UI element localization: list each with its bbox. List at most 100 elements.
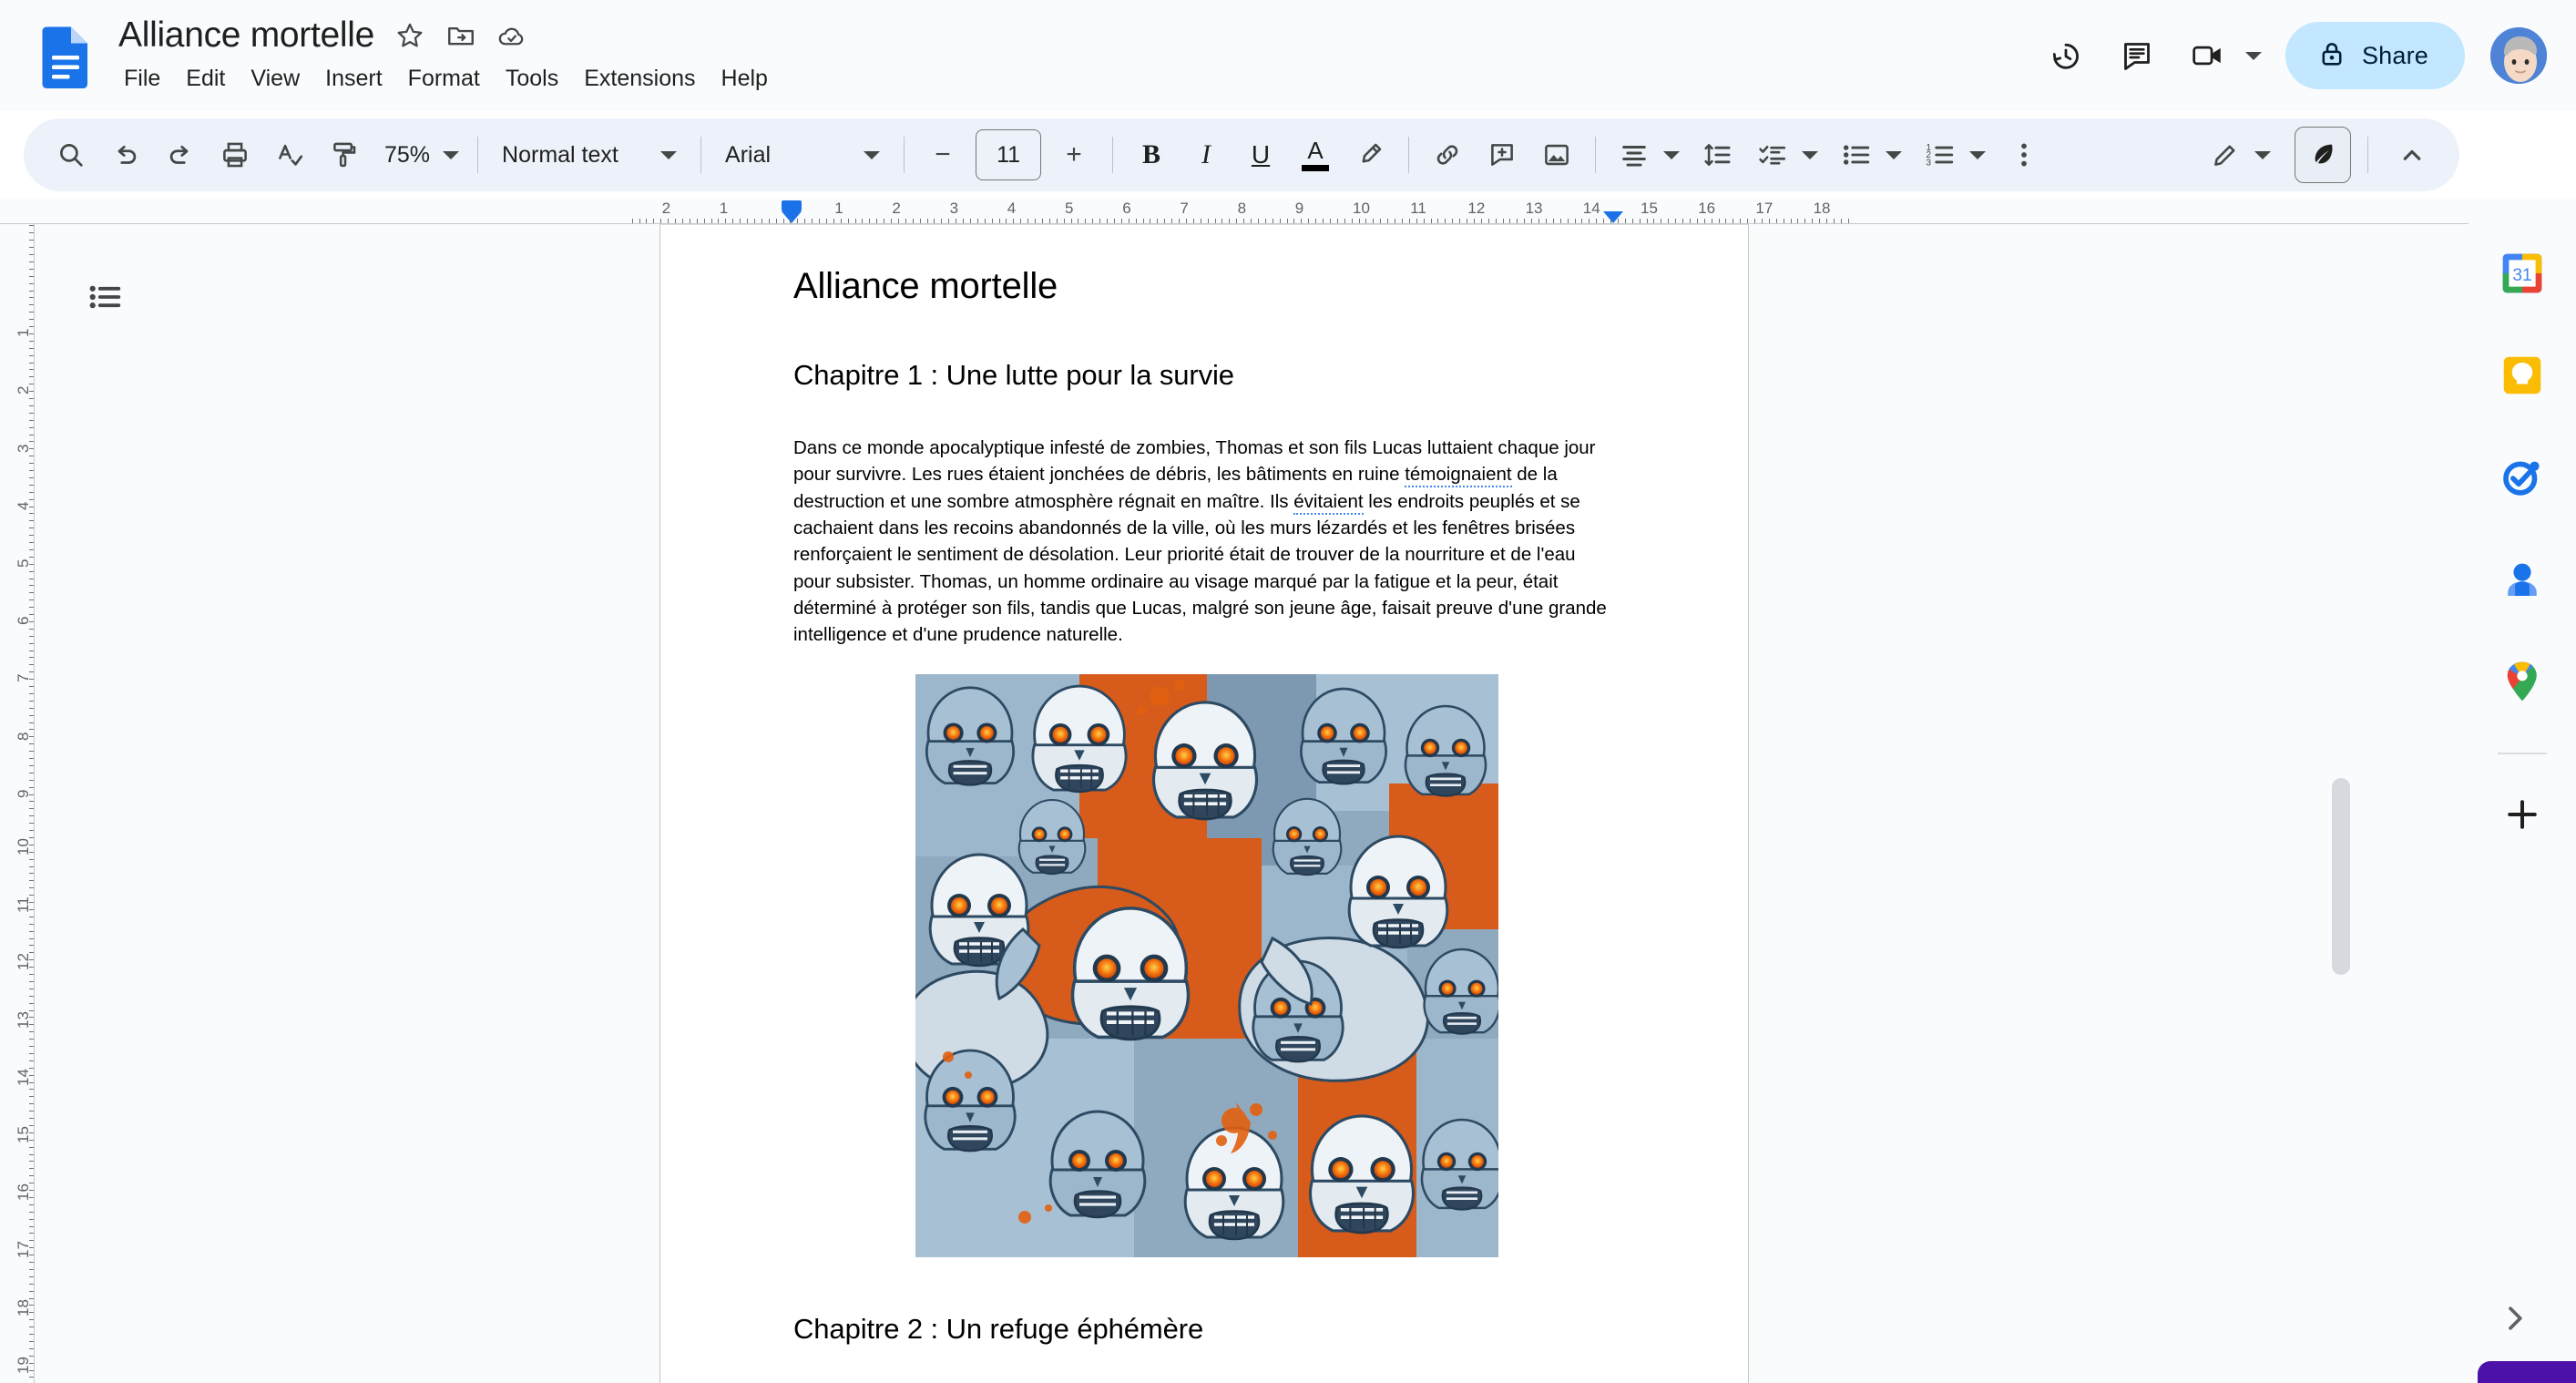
paint-format-icon[interactable] (317, 128, 372, 182)
spellcheck-underlined-word[interactable]: témoignaient (1405, 464, 1512, 488)
ruler-number: 12 (1467, 200, 1486, 217)
underline-label: U (1251, 140, 1271, 169)
first-line-indent-marker[interactable] (782, 200, 802, 211)
vertical-ruler[interactable]: 1 2 3 4 5 6 7 8 9 10 11 12 13 14 15 16 17 18 19 (0, 224, 35, 1383)
toolbar-divider (700, 137, 702, 173)
font-size-increase-button[interactable]: + (1047, 128, 1101, 182)
ruler-number: 16 (1698, 200, 1716, 217)
document-title: Alliance mortelle (793, 266, 1058, 306)
chevron-up-icon[interactable] (2385, 128, 2439, 182)
google-meet-group[interactable] (2172, 20, 2265, 91)
google-contacts-icon[interactable] (2484, 541, 2561, 618)
chevron-down-icon[interactable] (1663, 150, 1681, 159)
chevron-down-icon[interactable] (1802, 150, 1819, 159)
version-history-icon[interactable] (2030, 20, 2101, 91)
undo-icon[interactable] (98, 128, 153, 182)
ruler-number: 5 (15, 558, 32, 568)
checklist-icon[interactable] (1745, 128, 1800, 182)
google-meet-icon[interactable] (2172, 20, 2244, 91)
spellcheck-underlined-word[interactable]: évitaient (1293, 490, 1364, 515)
highlight-pen-icon[interactable] (1343, 128, 1397, 182)
toolbar-divider (477, 137, 479, 173)
document-paragraph[interactable]: Dans ce monde apocalyptique infesté de z… (793, 435, 1611, 648)
lock-icon (2316, 38, 2347, 74)
insert-image-icon[interactable] (1529, 128, 1584, 182)
menu-extensions[interactable]: Extensions (571, 62, 708, 96)
search-icon[interactable] (44, 128, 98, 182)
text-color-label: A (1307, 137, 1324, 164)
menu-help[interactable]: Help (709, 62, 781, 96)
google-keep-icon[interactable] (2484, 337, 2561, 414)
svg-text:3: 3 (1926, 158, 1931, 168)
share-button[interactable]: Share (2285, 22, 2465, 89)
share-label: Share (2361, 41, 2428, 69)
page-title[interactable]: Alliance mortelle (118, 12, 374, 59)
zombie-illustration-image[interactable] (915, 673, 1498, 1257)
bold-button[interactable]: B (1124, 128, 1179, 182)
spellcheck-icon[interactable] (262, 128, 317, 182)
font-family-selector[interactable]: Arial (712, 128, 893, 182)
insert-link-icon[interactable] (1420, 128, 1475, 182)
redo-icon[interactable] (153, 128, 208, 182)
paragraph-style-label: Normal text (502, 141, 618, 168)
menu-file[interactable]: File (111, 62, 173, 96)
vertical-scrollbar-thumb[interactable] (2332, 778, 2350, 975)
paragraph-style-selector[interactable]: Normal text (489, 128, 690, 182)
menu-view[interactable]: View (238, 62, 312, 96)
right-indent-marker[interactable] (1603, 211, 1623, 223)
align-center-icon[interactable] (1607, 128, 1661, 182)
ruler-number: 7 (1180, 200, 1189, 217)
ruler-number: 2 (892, 200, 901, 217)
move-to-folder-icon[interactable] (445, 20, 476, 51)
pen-edit-icon[interactable] (2198, 128, 2253, 182)
horizontal-ruler[interactable]: 2 1 1 2 3 4 5 6 7 8 9 10 11 12 13 14 15 16 17 18 (0, 199, 2576, 224)
bulleted-list-icon[interactable] (1829, 128, 1884, 182)
menu-format[interactable]: Format (395, 62, 493, 96)
font-size-input[interactable]: 11 (976, 129, 1042, 180)
ruler-number: 11 (1410, 200, 1426, 217)
ruler-number: 10 (1353, 200, 1370, 217)
ruler-number: 10 (15, 838, 32, 855)
chevron-right-icon[interactable] (2494, 1297, 2536, 1339)
chevron-down-icon (443, 150, 460, 159)
chevron-down-icon[interactable] (2244, 51, 2262, 60)
star-icon[interactable] (394, 20, 425, 51)
ruler-number: 2 (15, 385, 32, 395)
docs-logo-icon[interactable] (33, 22, 98, 89)
font-size-decrease-button[interactable]: − (915, 128, 970, 182)
font-size-stepper: − 11 + (915, 128, 1101, 182)
menu-edit[interactable]: Edit (173, 62, 238, 96)
underline-button[interactable]: U (1233, 128, 1288, 182)
cloud-saved-icon[interactable] (496, 20, 527, 51)
avatar[interactable] (2489, 26, 2549, 86)
chevron-down-icon[interactable] (1969, 150, 1987, 159)
italic-button[interactable]: I (1179, 128, 1233, 182)
line-spacing-icon[interactable] (1691, 128, 1745, 182)
add-on-plus-icon[interactable] (2484, 776, 2561, 853)
zoom-selector[interactable]: 75% (372, 128, 466, 182)
menu-bar: File Edit View Insert Format Tools Exten… (111, 62, 781, 96)
ruler-number: 2 (661, 200, 671, 217)
document-page[interactable]: Alliance mortelle Chapitre 1 : Une lutte… (659, 224, 1749, 1383)
plus-icon: + (1066, 139, 1082, 169)
ruler-number: 8 (15, 732, 32, 741)
google-maps-icon[interactable] (2484, 643, 2561, 720)
google-tasks-icon[interactable] (2484, 439, 2561, 516)
document-outline-icon[interactable] (69, 261, 142, 333)
more-options-icon[interactable] (1997, 128, 2051, 182)
add-comment-icon[interactable] (1475, 128, 1529, 182)
comment-history-icon[interactable] (2101, 20, 2172, 91)
menu-tools[interactable]: Tools (493, 62, 571, 96)
chevron-down-icon[interactable] (2254, 150, 2271, 159)
ruler-number: 1 (15, 328, 32, 338)
left-indent-marker[interactable] (782, 211, 802, 223)
ruler-number: 15 (1641, 200, 1658, 217)
ruler-number: 3 (949, 200, 959, 217)
text-color-button[interactable]: A (1288, 128, 1343, 182)
chevron-down-icon[interactable] (1886, 150, 1903, 159)
numbered-list-icon[interactable]: 123 (1913, 128, 1968, 182)
print-icon[interactable] (208, 128, 262, 182)
google-calendar-icon[interactable]: 31 (2484, 235, 2561, 312)
menu-insert[interactable]: Insert (312, 62, 395, 96)
editing-mode-feather-icon[interactable] (2295, 127, 2351, 183)
